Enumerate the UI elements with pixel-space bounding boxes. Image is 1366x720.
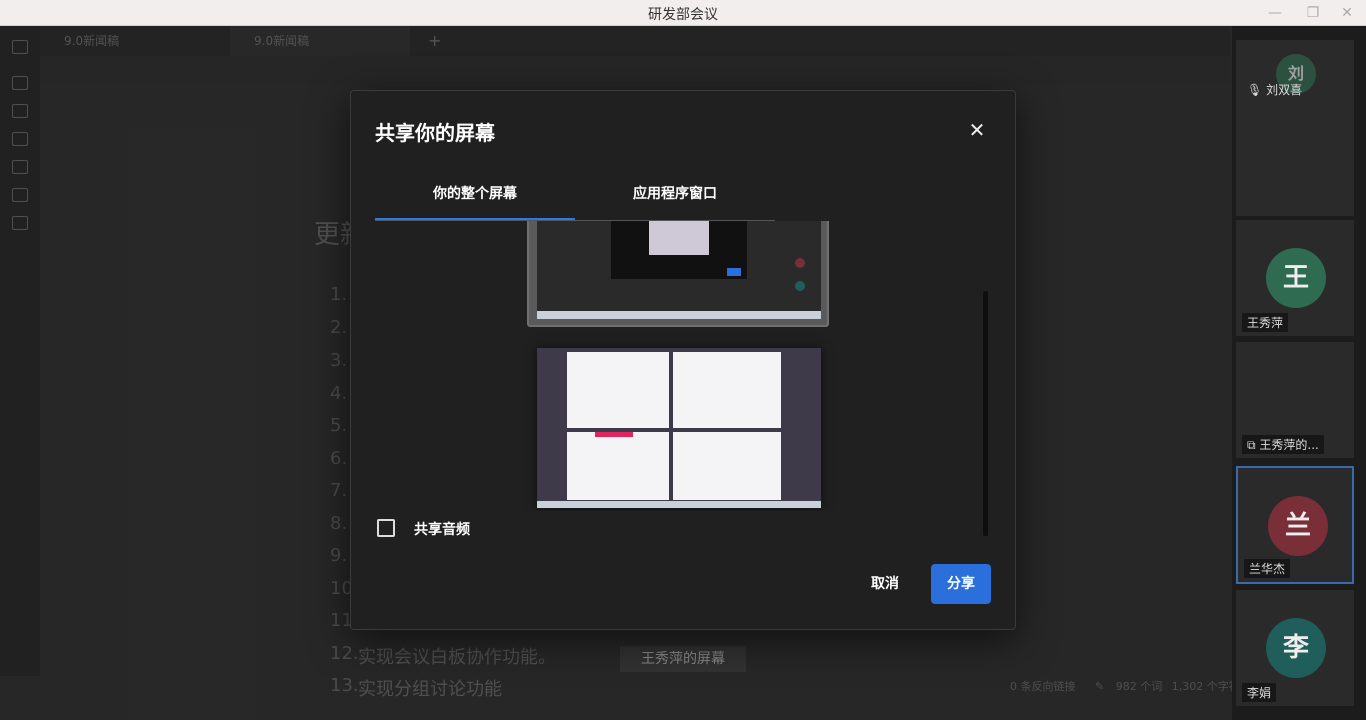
- screen-list: [375, 221, 995, 511]
- share-audio-checkbox[interactable]: [377, 519, 395, 537]
- scrollbar[interactable]: [983, 291, 988, 536]
- window-title: 研发部会议: [648, 7, 718, 23]
- screen-share-icon: ⧉: [1247, 438, 1256, 452]
- thumbnail-taskbar: [537, 311, 821, 319]
- participant-tile[interactable]: 王 王秀萍: [1236, 220, 1354, 336]
- participant-tile-active[interactable]: 兰 兰华杰: [1236, 466, 1354, 584]
- screen-thumbnail-2[interactable]: [537, 348, 821, 508]
- thumbnail-window: [567, 352, 669, 428]
- participant-name: 🎙︎ 刘双喜: [1247, 83, 1303, 97]
- tab-app-window[interactable]: 应用程序窗口: [575, 175, 775, 220]
- thumbnail-taskbar: [537, 501, 821, 508]
- window-titlebar: 研发部会议 — ❐ ✕: [0, 0, 1366, 26]
- cancel-button[interactable]: 取消: [851, 564, 919, 604]
- avatar: 李: [1266, 618, 1326, 678]
- close-icon[interactable]: ✕: [965, 118, 989, 142]
- thumbnail-avatar: [795, 281, 805, 291]
- tab-entire-screen[interactable]: 你的整个屏幕: [375, 175, 575, 220]
- avatar: 王: [1266, 248, 1326, 308]
- thumbnail-image: [649, 221, 709, 255]
- share-screen-dialog: 共享你的屏幕 ✕ 你的整个屏幕 应用程序窗口 共享音频 取消 分享: [350, 90, 1016, 630]
- screen-share-tile[interactable]: ⧉ 王秀萍的...: [1236, 342, 1354, 458]
- dialog-title: 共享你的屏幕: [375, 121, 495, 145]
- participant-name: 王秀萍: [1242, 313, 1289, 332]
- window-close-icon[interactable]: ✕: [1332, 3, 1362, 23]
- participant-tile[interactable]: 李 李娟: [1236, 590, 1354, 706]
- thumbnail-window: [567, 432, 669, 500]
- participant-tile[interactable]: 刘 🎙︎ 刘双喜: [1236, 40, 1354, 216]
- avatar: 兰: [1268, 496, 1328, 556]
- share-tabs: 你的整个屏幕 应用程序窗口: [375, 175, 775, 221]
- minimize-icon[interactable]: —: [1260, 3, 1290, 23]
- restore-icon[interactable]: ❐: [1298, 3, 1328, 23]
- thumbnail-avatar: [795, 258, 805, 268]
- thumbnail-window: [673, 352, 781, 428]
- thumbnail-highlight: [595, 432, 633, 437]
- participant-name: 李娟: [1242, 683, 1277, 702]
- participants-panel: 刘 🎙︎ 刘双喜 王 王秀萍 ⧉ 王秀萍的... 兰 兰华杰 李 李娟: [1232, 26, 1366, 720]
- share-button[interactable]: 分享: [931, 564, 991, 604]
- share-audio-label: 共享音频: [414, 522, 470, 538]
- thumbnail-window: [673, 432, 781, 500]
- participant-name: ⧉ 王秀萍的...: [1242, 435, 1324, 454]
- thumbnail-preview: [537, 221, 821, 311]
- participant-name: 兰华杰: [1244, 559, 1291, 578]
- mic-muted-icon: 🎙︎: [1247, 83, 1263, 97]
- screen-thumbnail-1[interactable]: [527, 221, 829, 327]
- thumbnail-button: [727, 268, 741, 276]
